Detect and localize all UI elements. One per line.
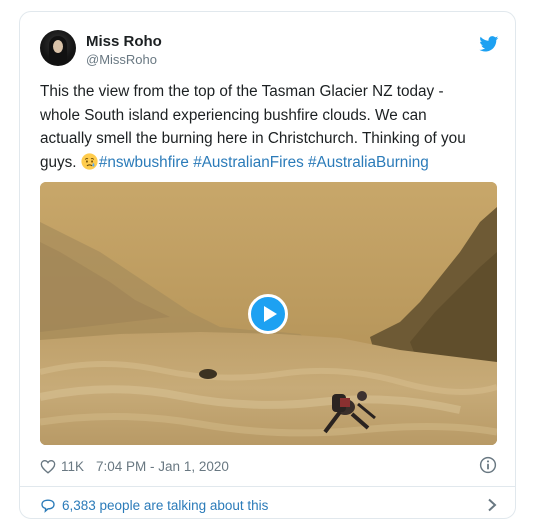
hashtag-link[interactable]: #nswbushfire <box>99 154 189 171</box>
tweet-text: This the view from the top of the Tasman… <box>40 80 502 174</box>
video-thumbnail[interactable] <box>40 182 497 445</box>
tweet-meta: 11K 7:04 PM - Jan 1, 2020 <box>40 456 229 476</box>
hashtag-link[interactable]: #AustraliaBurning <box>308 154 429 171</box>
play-button[interactable] <box>248 294 288 334</box>
speech-bubble-icon <box>41 498 55 513</box>
hashtag-link[interactable]: #AustralianFires <box>193 154 304 171</box>
crying-face-icon <box>81 152 98 170</box>
info-icon[interactable] <box>479 456 497 474</box>
heart-icon[interactable] <box>40 459 56 474</box>
play-icon <box>264 306 277 322</box>
twitter-bird-icon[interactable] <box>479 36 499 52</box>
tweet-card[interactable]: Miss Roho @MissRoho This the view from t… <box>19 11 516 519</box>
conversation-link[interactable]: 6,383 people are talking about this <box>40 495 497 515</box>
tweet-timestamp[interactable]: 7:04 PM - Jan 1, 2020 <box>96 459 229 474</box>
chevron-right-icon[interactable] <box>487 498 497 512</box>
tweet-line: whole South island experiencing bushfire… <box>40 106 427 124</box>
author-display-name[interactable]: Miss Roho <box>86 33 162 50</box>
like-count[interactable]: 11K <box>61 459 84 474</box>
tweet-line-prefix: guys. <box>40 153 81 171</box>
divider <box>20 486 515 487</box>
tweet-line-last: guys. #nswbushfire #AustralianFires #Aus… <box>40 151 502 175</box>
tweet-line: This the view from the top of the Tasman… <box>40 83 444 100</box>
conversation-label[interactable]: 6,383 people are talking about this <box>62 498 268 513</box>
author-handle[interactable]: @MissRoho <box>86 52 157 67</box>
tweet-line: actually smell the burning here in Chris… <box>40 130 466 147</box>
avatar[interactable] <box>40 30 76 66</box>
